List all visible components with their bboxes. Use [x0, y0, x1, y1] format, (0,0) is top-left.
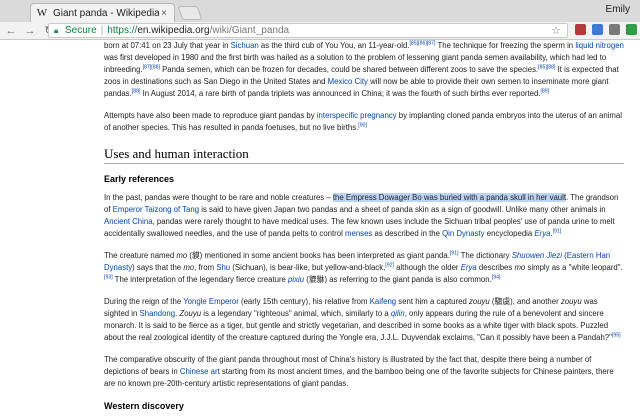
link-chinese-art[interactable]: Chinese art: [180, 367, 220, 376]
lock-icon: 🔒︎: [54, 26, 59, 35]
citation[interactable]: [94]: [492, 274, 501, 280]
paragraph-early-references: In the past, pandas were thought to be r…: [104, 192, 624, 240]
link-emperor-taizong[interactable]: Emperor Taizong of Tang: [113, 205, 199, 214]
tab-giant-panda[interactable]: W Giant panda - Wikipedia ×: [30, 3, 175, 22]
menu-icon[interactable]: ⋮: [621, 23, 632, 36]
text: (貘) mentioned in some ancient books has …: [187, 251, 450, 260]
link-shuowen-jiezi[interactable]: Shuowen Jiezi: [512, 251, 562, 260]
link-qilin[interactable]: qilin: [391, 309, 405, 318]
paragraph-reproduction: born at 07:41 on 23 July that year in Si…: [104, 40, 624, 100]
text: as the third cub of You You, an 11-year-…: [258, 41, 410, 50]
tab-close-icon[interactable]: ×: [159, 8, 169, 19]
link-erya[interactable]: Erya: [534, 229, 550, 238]
link-mexico-city[interactable]: Mexico City: [328, 77, 368, 86]
text: zouyu: [468, 297, 490, 306]
link-qin-dynasty[interactable]: Qin Dynasty: [442, 229, 484, 238]
text: as described in the: [372, 229, 443, 238]
link-liquid-nitrogen[interactable]: liquid nitrogen: [575, 41, 624, 50]
citation[interactable]: [85][86][87]: [409, 40, 435, 46]
text: In the past, pandas were thought to be r…: [104, 193, 333, 202]
link-yongle-emperor[interactable]: Yongle Emperor: [183, 297, 239, 306]
wikipedia-favicon-icon: W: [36, 7, 48, 19]
extension-icon[interactable]: [592, 24, 603, 35]
tab-strip: W Giant panda - Wikipedia × Emily: [0, 0, 640, 22]
text: During the reign of the: [104, 297, 184, 306]
text: Attempts have also been made to reproduc…: [104, 111, 317, 120]
extension-icon[interactable]: [575, 24, 586, 35]
text: ) says that the: [132, 263, 184, 272]
paragraph-zouyu: During the reign of the Yongle Emperor (…: [104, 296, 624, 344]
address-separator: |: [100, 25, 104, 36]
citation[interactable]: [87][88]: [143, 64, 160, 70]
forward-icon[interactable]: →: [22, 25, 38, 37]
paragraph-obscurity: The comparative obscurity of the giant p…: [104, 354, 624, 390]
citation[interactable]: [85][88]: [538, 64, 555, 70]
url-host: en.wikipedia.org: [137, 25, 210, 36]
text: sent him a captured: [396, 297, 469, 306]
text: encyclopedia: [484, 229, 535, 238]
citation[interactable]: [91]: [450, 250, 459, 256]
text: although the older: [393, 263, 461, 272]
text: The creature named: [104, 251, 177, 260]
link-shu[interactable]: Shu: [216, 263, 230, 272]
text: born at 07:41 on 23 July that year in: [104, 41, 231, 50]
link-kaifeng[interactable]: Kaifeng: [370, 297, 396, 306]
citation[interactable]: [90]: [358, 122, 367, 128]
link-shandong[interactable]: Shandong: [140, 309, 176, 318]
text: (貔貅) as referring to the giant panda is …: [304, 275, 492, 284]
profile-name[interactable]: Emily: [606, 4, 630, 15]
link-pixiu[interactable]: pixiu: [288, 275, 304, 284]
subsection-heading-western-discovery: Western discovery: [104, 401, 184, 411]
text: is said to have given Japan two pandas a…: [199, 205, 606, 214]
text: The dictionary: [458, 251, 512, 260]
section-heading: Uses and human interaction: [104, 147, 624, 164]
text: zouyu: [560, 297, 582, 306]
text: The technique for freezing the sperm in: [435, 41, 576, 50]
star-icon[interactable]: ☆: [551, 24, 561, 37]
subsection-heading-early-references: Early references: [104, 174, 175, 184]
link-menses[interactable]: menses: [345, 229, 372, 238]
citation[interactable]: [95]: [612, 332, 621, 338]
text: describes: [476, 263, 515, 272]
text: (騶虞), and another: [489, 297, 561, 306]
text: The interpretation of the legendary fier…: [112, 275, 289, 284]
text: Panda semen, which can be frozen for dec…: [159, 65, 539, 74]
new-tab-button[interactable]: [177, 6, 203, 20]
url-path: /wiki/Giant_panda: [209, 25, 290, 36]
text: (Sichuan), is bear-like, but yellow-and-…: [230, 263, 386, 272]
text: Zouyu: [179, 309, 202, 318]
paragraph-interspecific: Attempts have also been made to reproduc…: [104, 110, 624, 134]
extension-icon[interactable]: [609, 24, 620, 35]
selected-text[interactable]: the Empress Dowager Bo was buried with a…: [332, 193, 567, 202]
text: is a legendary "righteous" animal, which…: [201, 309, 391, 318]
link-erya-2[interactable]: Erya: [461, 263, 477, 272]
text: mo: [176, 251, 188, 260]
link-interspecific-pregnancy[interactable]: interspecific pregnancy: [317, 111, 397, 120]
citation[interactable]: [92]: [385, 262, 394, 268]
tab-title: Giant panda - Wikipedia: [53, 7, 159, 19]
text: mo: [514, 263, 526, 272]
text: (early 15th century), his relative from: [238, 297, 370, 306]
link-sichuan[interactable]: Sichuan: [231, 41, 259, 50]
text: simply as a "white leopard".: [525, 263, 623, 272]
secure-label: Secure: [65, 25, 97, 36]
address-bar[interactable]: 🔒︎ Secure | https://en.wikipedia.org/wik…: [48, 23, 568, 38]
toolbar: ← → ↻ 🔒︎ Secure | https://en.wikipedia.o…: [0, 22, 640, 40]
citation[interactable]: [91]: [553, 228, 562, 234]
citation[interactable]: [89]: [540, 88, 549, 94]
url-protocol: https://: [107, 25, 138, 36]
paragraph-mo: The creature named mo (貘) mentioned in s…: [104, 250, 624, 286]
citation[interactable]: [93]: [104, 274, 113, 280]
back-icon[interactable]: ←: [3, 25, 19, 37]
link-ancient-china[interactable]: Ancient China: [104, 217, 153, 226]
text: mo: [183, 263, 195, 272]
text: In August 2014, a rare birth of panda tr…: [140, 89, 541, 98]
text: , from: [194, 263, 217, 272]
article-body: born at 07:41 on 23 July that year in Si…: [104, 40, 624, 419]
